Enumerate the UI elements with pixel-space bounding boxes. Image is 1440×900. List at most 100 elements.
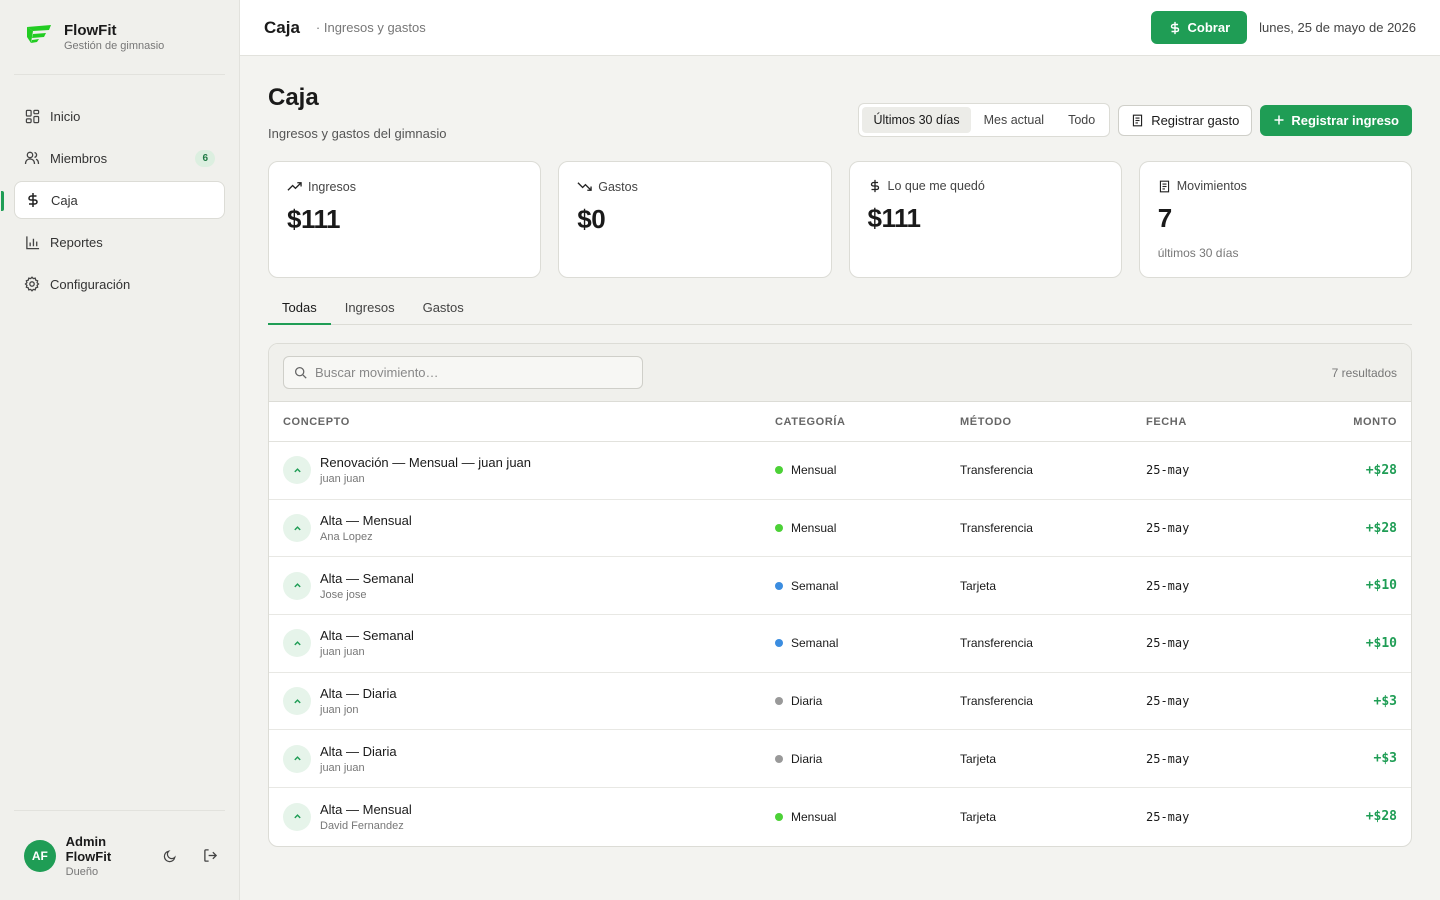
users-icon [24, 150, 40, 166]
dollar-icon [870, 179, 879, 193]
row-title: Alta — Diaria [320, 686, 397, 702]
row-title: Alta — Mensual [320, 801, 412, 817]
table-row[interactable]: Alta — Mensual David Fernandez Mensual T… [269, 788, 1411, 846]
row-date: 25-may [1146, 521, 1190, 536]
category-dot [775, 754, 783, 763]
sidebar-item-inicio[interactable]: Inicio [14, 97, 225, 135]
user-role: Dueño [65, 865, 99, 878]
column-header-method[interactable]: MÉTODO [960, 416, 1146, 428]
table-row[interactable]: Alta — Semanal Jose jose Semanal Tarjeta… [269, 557, 1411, 616]
row-date: 25-may [1146, 636, 1190, 651]
topbar-subtitle: · Ingresos y gastos [315, 20, 426, 35]
tab-ingresos[interactable]: Ingresos [331, 294, 409, 325]
stats-row: Ingresos $111 Gastos $0 Lo que me quedó [268, 161, 1412, 278]
gear-icon [24, 276, 40, 292]
row-category: Mensual [791, 521, 837, 536]
main-area: Caja · Ingresos y gastos Cobrar lunes, 2… [240, 0, 1440, 900]
row-category: Mensual [791, 463, 837, 478]
sidebar-item-label: Inicio [50, 108, 81, 124]
row-member: Ana Lopez [320, 531, 373, 544]
sidebar-item-label: Miembros [50, 150, 108, 166]
sidebar-item-reportes[interactable]: Reportes [14, 223, 225, 261]
plus-icon [1274, 115, 1284, 125]
topbar-title: Caja [264, 17, 300, 37]
row-amount: +$10 [1365, 635, 1397, 651]
income-chevron-up-icon [283, 456, 311, 485]
row-member: juan juan [320, 646, 365, 659]
sidebar-item-miembros[interactable]: Miembros 6 [14, 139, 225, 177]
tab-todas[interactable]: Todas [268, 294, 331, 325]
table-row[interactable]: Alta — Diaria juan juan Diaria Tarjeta 2… [269, 730, 1411, 789]
range-all[interactable]: Todo [1057, 107, 1106, 133]
row-title: Alta — Semanal [320, 570, 414, 586]
logout-button[interactable] [195, 841, 225, 871]
row-member: juan juan [320, 761, 365, 774]
range-current-month[interactable]: Mes actual [973, 107, 1055, 133]
page-description: Ingresos y gastos del gimnasio [268, 126, 447, 141]
range-last-30-days[interactable]: Últimos 30 días [862, 107, 971, 133]
brand[interactable]: FlowFit Gestión de gimnasio [14, 0, 225, 75]
table-row[interactable]: Alta — Mensual Ana Lopez Mensual Transfe… [269, 500, 1411, 558]
movements-table: 7 resultados CONCEPTO CATEGORÍA MÉTODO F… [268, 343, 1412, 847]
stat-label: Ingresos [308, 179, 356, 194]
row-title: Alta — Semanal [320, 628, 414, 644]
row-amount: +$3 [1373, 751, 1397, 767]
dollar-icon [1170, 21, 1179, 34]
category-dot [775, 639, 783, 648]
flowfit-logo-icon [27, 25, 51, 43]
register-expense-button[interactable]: Registrar gasto [1118, 104, 1253, 136]
sidebar-item-label: Caja [51, 192, 78, 208]
row-method: Transferencia [960, 636, 1033, 651]
register-income-label: Registrar ingreso [1291, 112, 1399, 128]
row-title: Alta — Mensual [320, 513, 412, 529]
row-method: Transferencia [960, 463, 1033, 478]
column-header-amount[interactable]: MONTO [1266, 416, 1411, 428]
moon-icon [164, 849, 177, 862]
trending-down-icon [577, 182, 592, 191]
search-box [283, 356, 643, 389]
row-title: Renovación — Mensual — juan juan [320, 455, 532, 471]
table-row[interactable]: Alta — Diaria juan jon Diaria Transferen… [269, 673, 1411, 731]
category-dot [775, 524, 783, 533]
user-name: Admin FlowFit [65, 833, 112, 864]
topbar: Caja · Ingresos y gastos Cobrar lunes, 2… [240, 0, 1440, 56]
row-title: Alta — Diaria [320, 743, 397, 759]
sidebar-item-configuracion[interactable]: Configuración [14, 265, 225, 303]
avatar[interactable]: AF [24, 839, 56, 872]
members-count-badge: 6 [195, 149, 215, 167]
row-date: 25-may [1146, 578, 1190, 593]
category-dot [775, 466, 783, 475]
stat-card-balance: Lo que me quedó $111 [848, 161, 1122, 278]
row-category: Diaria [791, 694, 823, 709]
row-method: Tarjeta [960, 751, 997, 766]
table-row[interactable]: Renovación — Mensual — juan juan juan ju… [269, 442, 1411, 500]
search-input[interactable] [315, 365, 615, 380]
page-title: Caja [268, 84, 319, 111]
stat-value: $111 [867, 203, 921, 233]
row-method: Transferencia [960, 521, 1033, 536]
dark-mode-toggle[interactable] [156, 841, 186, 871]
income-chevron-up-icon [283, 514, 311, 543]
cobrar-button[interactable]: Cobrar [1150, 11, 1248, 44]
income-chevron-up-icon [283, 687, 311, 716]
sidebar-nav: Inicio Miembros 6 Caja Reportes Configur… [1, 97, 225, 303]
cobrar-label: Cobrar [1187, 20, 1231, 35]
column-header-concept[interactable]: CONCEPTO [269, 416, 775, 428]
column-header-date[interactable]: FECHA [1146, 416, 1266, 428]
sidebar: FlowFit Gestión de gimnasio Inicio Miemb… [0, 0, 240, 900]
category-dot [775, 697, 783, 706]
register-income-button[interactable]: Registrar ingreso [1260, 104, 1412, 136]
sidebar-item-label: Reportes [50, 234, 103, 250]
column-header-category[interactable]: CATEGORÍA [775, 416, 960, 428]
receipt-icon [1133, 114, 1143, 126]
sidebar-item-caja[interactable]: Caja [1, 181, 225, 219]
category-dot [775, 581, 783, 590]
stat-note: últimos 30 días [1157, 246, 1239, 260]
receipt-icon [1159, 180, 1169, 192]
table-row[interactable]: Alta — Semanal juan juan Semanal Transfe… [269, 615, 1411, 673]
tab-gastos[interactable]: Gastos [409, 294, 478, 325]
logout-icon [203, 849, 217, 862]
brand-subtitle: Gestión de gimnasio [64, 40, 165, 52]
current-date: lunes, 25 de mayo de 2026 [1259, 20, 1416, 35]
row-date: 25-may [1146, 694, 1190, 709]
